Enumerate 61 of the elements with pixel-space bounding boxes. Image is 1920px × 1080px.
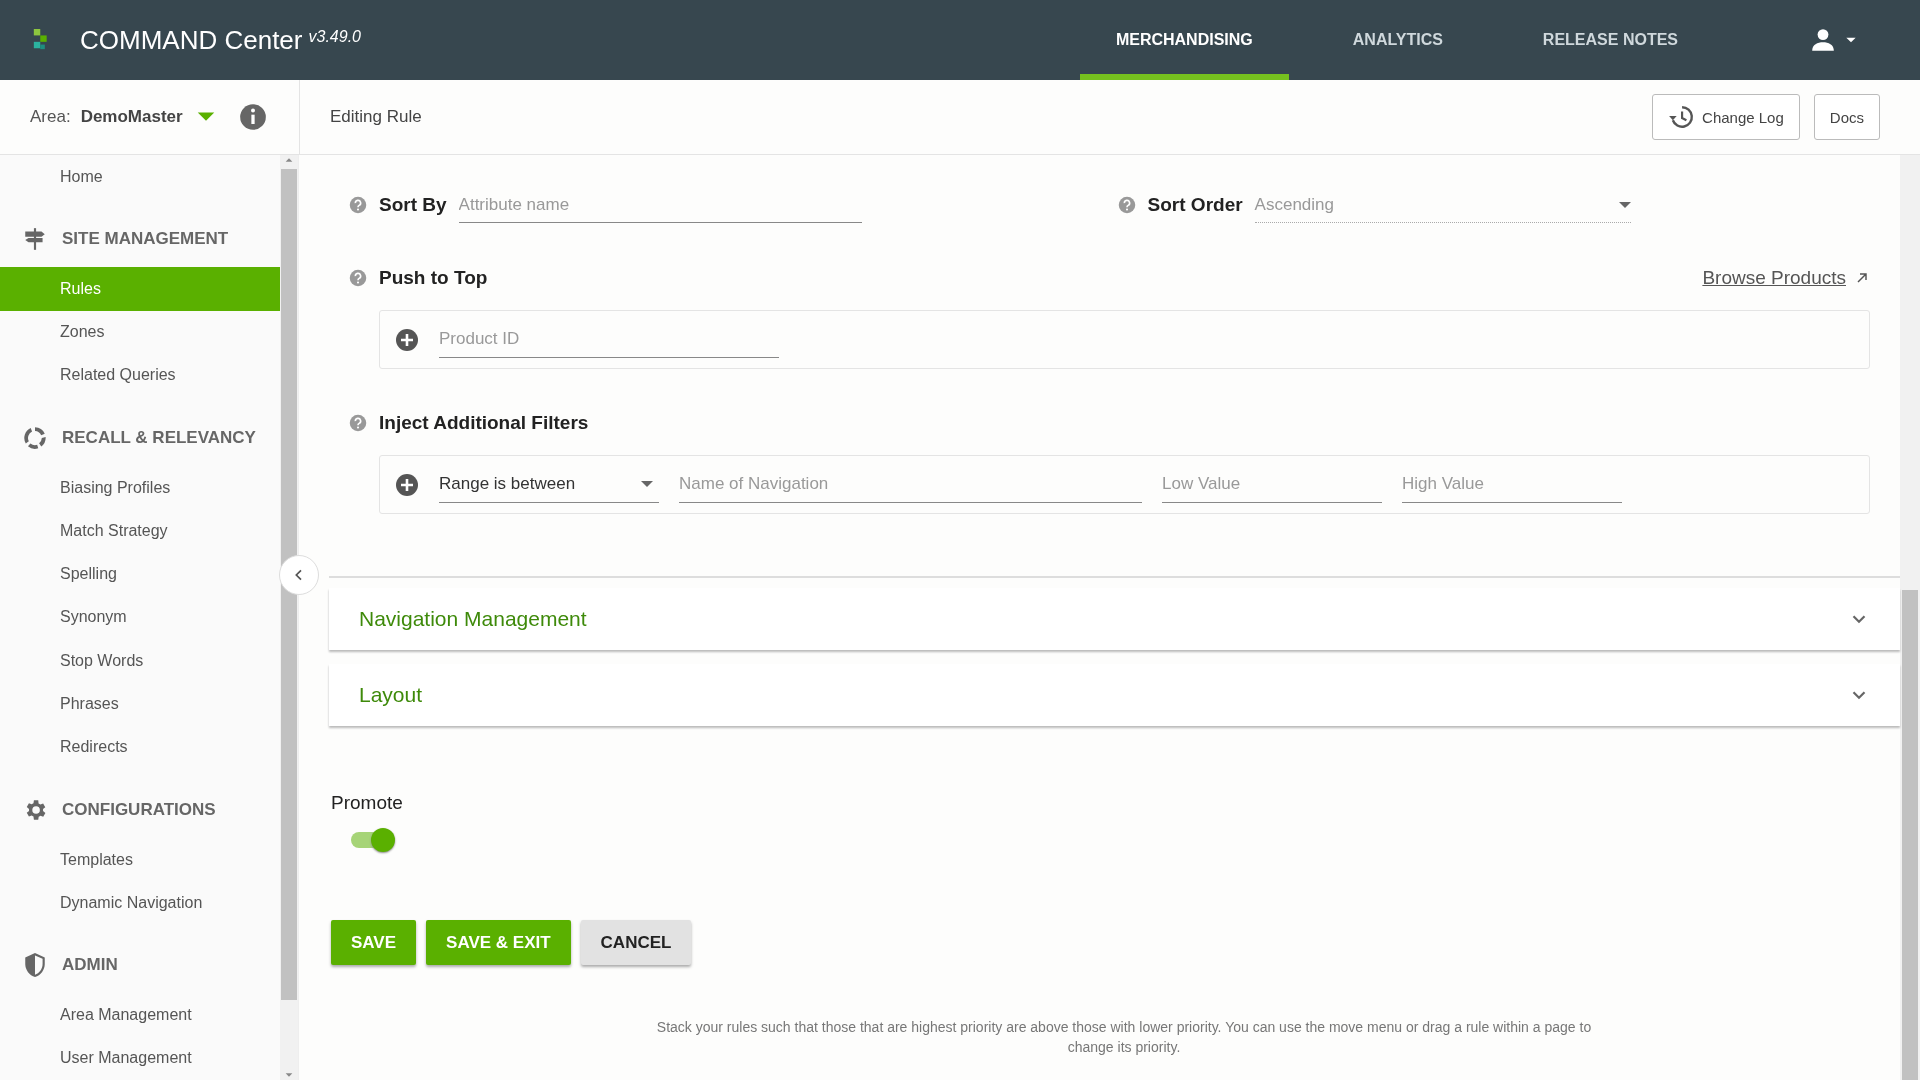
dropdown-field[interactable]: Range is between: [439, 466, 659, 503]
section-heading: SITE MANAGEMENT: [62, 229, 229, 250]
input-field[interactable]: Product ID: [439, 321, 779, 358]
sidebar-item[interactable]: Templates: [0, 837, 280, 882]
shield-icon: [22, 952, 48, 979]
scrollbar[interactable]: [280, 155, 298, 1080]
sidebar-item[interactable]: Related Queries: [0, 353, 280, 398]
sidebar-item[interactable]: Area Management: [0, 993, 280, 1037]
sidebar-item[interactable]: Zones: [0, 310, 280, 354]
sidebar-item[interactable]: Match Strategy: [0, 509, 280, 553]
page-title: Editing Rule: [330, 107, 422, 127]
expansion-panel[interactable]: Navigation Management: [329, 588, 1900, 650]
nav-tab[interactable]: RELEASE NOTES: [1506, 0, 1714, 80]
caret-icon: [1618, 201, 1631, 208]
browse-products-link[interactable]: Browse Products: [1702, 267, 1870, 289]
area-label: Area:: [30, 107, 71, 127]
sidebar-item[interactable]: Redirects: [0, 725, 280, 769]
section-label: Inject Additional Filters: [379, 412, 589, 434]
section-heading: RECALL & RELEVANCY: [62, 428, 256, 449]
app-name: COMMAND Center: [80, 24, 303, 56]
toggle-switch[interactable]: [351, 828, 395, 850]
secondary-button[interactable]: CANCEL: [580, 920, 692, 965]
sidebar-item[interactable]: Home: [0, 155, 280, 199]
history-icon: [1668, 104, 1695, 130]
toolbar-button[interactable]: Change Log: [1652, 94, 1800, 140]
add-icon[interactable]: [395, 472, 419, 497]
help-icon[interactable]: [1117, 196, 1136, 214]
collapse-button[interactable]: [279, 555, 319, 595]
add-icon[interactable]: [395, 327, 419, 352]
section-label: Push to Top: [379, 267, 488, 289]
expansion-panel[interactable]: Layout: [329, 664, 1900, 726]
input-field[interactable]: Low Value: [1162, 466, 1382, 503]
help-icon[interactable]: [349, 269, 367, 287]
person-icon: [1810, 27, 1836, 53]
version-label: v3.49.0: [308, 28, 361, 46]
section-heading: ADMIN: [62, 955, 118, 976]
input-field[interactable]: High Value: [1402, 466, 1622, 503]
help-icon[interactable]: [349, 196, 367, 214]
toolbar-button[interactable]: Docs: [1813, 94, 1880, 140]
sidebar-item[interactable]: Biasing Profiles: [0, 466, 280, 510]
input-field[interactable]: Attribute name: [458, 187, 862, 223]
section-heading: CONFIGURATIONS: [62, 799, 216, 820]
sidebar-item[interactable]: Synonym: [0, 595, 280, 640]
area-dropdown[interactable]: DemoMaster: [80, 106, 217, 128]
field-label: Sort By: [379, 194, 447, 216]
field-label: Sort Order: [1147, 194, 1243, 216]
input-field[interactable]: Name of Navigation: [679, 466, 1142, 503]
toggle-label: Promote: [331, 792, 404, 814]
footer-note: Stack your rules such that those that are highest priority are above those with lower priority. You can use the move menu or drag a rule within a page to change its priority.: [655, 1018, 1593, 1057]
sidebar-item[interactable]: Stop Words: [0, 639, 280, 683]
circle-segments-icon: [22, 425, 48, 452]
sidebar-item[interactable]: Spelling: [0, 552, 280, 596]
help-icon[interactable]: [349, 414, 367, 432]
sidebar-item[interactable]: User Management: [0, 1036, 280, 1080]
info-icon[interactable]: [238, 103, 267, 131]
sidebar-item[interactable]: Phrases: [0, 682, 280, 726]
nav-tab[interactable]: ANALYTICS: [1316, 0, 1479, 80]
nav-tab[interactable]: MERCHANDISING: [1079, 0, 1289, 80]
scrollbar[interactable]: [1900, 155, 1920, 1080]
sidebar-item[interactable]: Dynamic Navigation: [0, 881, 280, 925]
caret-icon: [641, 481, 653, 487]
